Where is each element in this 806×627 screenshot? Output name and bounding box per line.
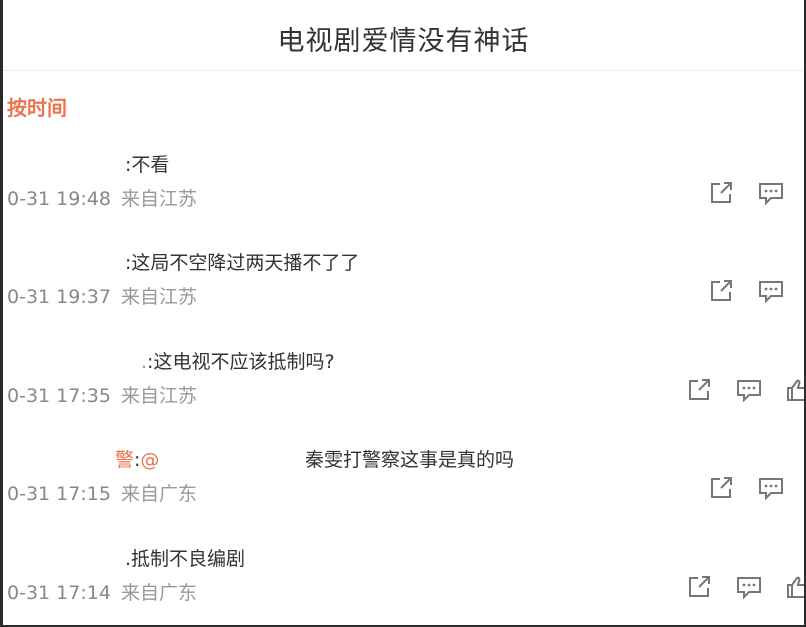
comment-page: 电视剧爱情没有神话 按时间 :不看 0-31 19:48 来自江苏 :这局不空降… xyxy=(0,0,806,627)
comment-text: :这局不空降过两天播不了了 xyxy=(125,248,359,275)
share-icon[interactable] xyxy=(687,378,713,402)
mention-link[interactable]: @ xyxy=(140,449,159,471)
comment-text: :不看 xyxy=(125,150,169,177)
comment-item: 警:@ 秦雯打警察这事是真的吗 0-31 17:15 来自广东 xyxy=(3,445,804,543)
comment-meta: 0-31 17:35 来自江苏 xyxy=(7,381,197,408)
comment-meta: 0-31 17:15 来自广东 xyxy=(7,479,197,506)
share-icon[interactable] xyxy=(687,575,713,599)
comment-meta: 0-31 19:37 来自江苏 xyxy=(7,282,197,309)
comment-icon[interactable] xyxy=(736,378,762,402)
comment-body: :不看 xyxy=(125,154,170,176)
comment-source: 来自广东 xyxy=(120,483,197,505)
comment-time: 0-31 19:48 xyxy=(7,188,111,210)
comment-text: 警:@ xyxy=(115,445,159,472)
comment-body: :这电视不应该抵制吗? xyxy=(147,351,335,373)
comment-source: 来自江苏 xyxy=(120,385,197,407)
comment-text-after: 秦雯打警察这事是真的吗 xyxy=(305,449,515,471)
comment-item: :不看 0-31 19:48 来自江苏 xyxy=(3,150,804,248)
share-icon[interactable] xyxy=(709,279,735,303)
comment-time: 0-31 17:14 xyxy=(7,582,111,604)
comment-body: :这局不空降过两天播不了了 xyxy=(125,252,360,274)
comment-user[interactable]: 警 xyxy=(115,449,134,471)
comment-icon[interactable] xyxy=(758,279,784,303)
comment-body: .抵制不良编剧 xyxy=(125,548,246,570)
comment-icon[interactable] xyxy=(758,181,784,205)
comment-source: 来自江苏 xyxy=(120,286,197,308)
comment-item: :这局不空降过两天播不了了 0-31 19:37 来自江苏 xyxy=(3,248,804,346)
comment-time: 0-31 17:15 xyxy=(7,483,111,505)
comment-icon[interactable] xyxy=(758,476,784,500)
comment-text: .抵制不良编剧 xyxy=(125,544,245,571)
comment-item: .抵制不良编剧 0-31 17:14 来自广东 xyxy=(3,544,804,625)
like-icon[interactable] xyxy=(785,378,804,402)
like-icon[interactable] xyxy=(785,575,804,599)
page-title: 电视剧爱情没有神话 xyxy=(277,26,530,57)
comment-meta: 0-31 17:14 来自广东 xyxy=(7,578,197,605)
sort-by-time-tab[interactable]: 按时间 xyxy=(7,92,67,121)
comment-source: 来自江苏 xyxy=(120,188,197,210)
share-icon[interactable] xyxy=(709,181,735,205)
comment-item: .:这电视不应该抵制吗? 0-31 17:35 来自江苏 xyxy=(3,347,804,445)
comment-text: .:这电视不应该抵制吗? xyxy=(141,347,335,374)
comment-meta: 0-31 19:48 来自江苏 xyxy=(7,184,197,211)
share-icon[interactable] xyxy=(709,476,735,500)
comment-icon[interactable] xyxy=(736,575,762,599)
comment-source: 来自广东 xyxy=(120,582,197,604)
comment-time: 0-31 17:35 xyxy=(7,385,111,407)
comment-time: 0-31 19:37 xyxy=(7,286,111,308)
page-header: 电视剧爱情没有神话 xyxy=(3,0,804,71)
